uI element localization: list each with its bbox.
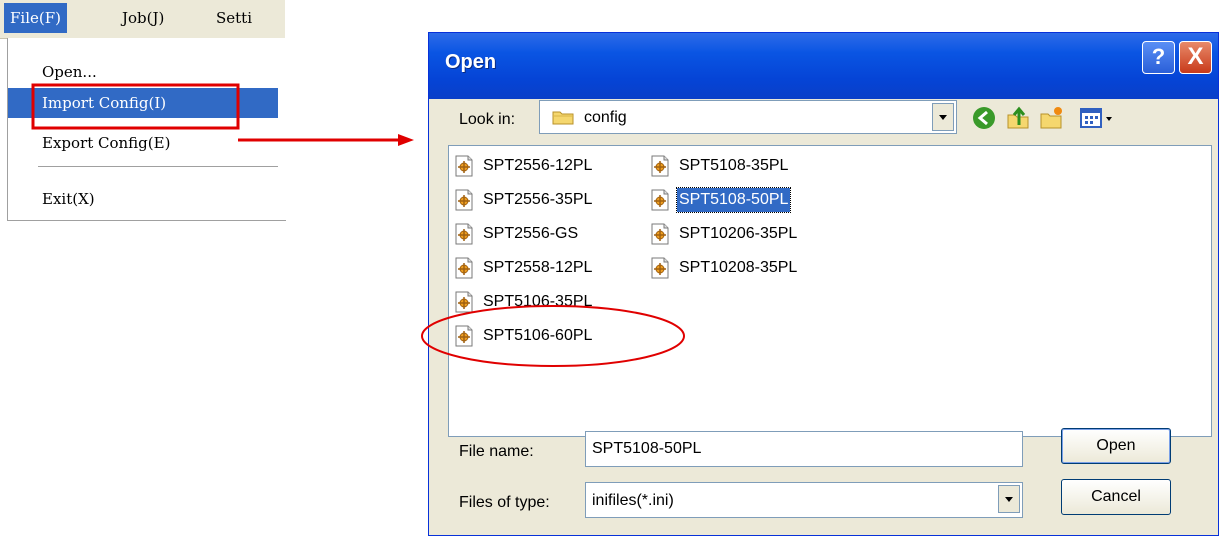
- file-item-label: SPT2556-GS: [483, 225, 579, 242]
- view-menu-icon[interactable]: [1079, 105, 1117, 131]
- files-of-type-dropdown[interactable]: inifiles(*.ini): [585, 482, 1023, 518]
- menu-item-open[interactable]: Open...: [8, 57, 278, 87]
- files-of-type-label: Files of type:: [459, 494, 550, 511]
- ini-file-icon: [455, 155, 473, 177]
- file-name-label: File name:: [459, 443, 534, 460]
- menu-separator: [38, 166, 278, 167]
- ini-file-icon: [455, 257, 473, 279]
- file-item-label: SPT5108-50PL: [675, 187, 792, 213]
- menu-item-import-config[interactable]: Import Config(I): [8, 88, 278, 118]
- file-item-label: SPT2556-35PL: [483, 191, 593, 208]
- file-item-label: SPT2558-12PL: [483, 259, 593, 276]
- ini-file-icon: [651, 189, 669, 211]
- menu-settings[interactable]: Setti: [210, 3, 258, 33]
- ini-file-icon: [455, 223, 473, 245]
- file-menu-dropdown: Open... Import Config(I) Export Config(E…: [7, 38, 286, 221]
- menu-bar: File(F) Job(J) Setti: [0, 0, 285, 39]
- file-name-input[interactable]: [585, 431, 1023, 467]
- file-item-label: SPT5106-35PL: [483, 293, 593, 310]
- dialog-title: Open: [445, 51, 497, 73]
- file-item-label: SPT10206-35PL: [679, 225, 798, 242]
- close-button[interactable]: X: [1179, 41, 1212, 74]
- file-item-label: SPT5108-35PL: [679, 157, 789, 174]
- files-of-type-value: inifiles(*.ini): [592, 492, 674, 509]
- cancel-button[interactable]: Cancel: [1061, 479, 1171, 515]
- file-list[interactable]: SPT2556-12PL SPT2556-35PL SPT2556-GS SPT255…: [448, 145, 1212, 437]
- chevron-down-icon[interactable]: [932, 103, 954, 131]
- menu-item-export-config[interactable]: Export Config(E): [8, 128, 278, 158]
- dialog-titlebar[interactable]: Open ? X: [429, 33, 1218, 99]
- look-in-label: Look in:: [459, 111, 516, 128]
- file-item-label: SPT5106-60PL: [483, 327, 593, 344]
- back-icon[interactable]: [971, 105, 997, 131]
- annotation-arrow-head: [398, 134, 414, 146]
- ini-file-icon: [455, 325, 473, 347]
- look-in-value: config: [584, 109, 627, 126]
- ini-file-icon: [455, 189, 473, 211]
- ini-file-icon: [651, 223, 669, 245]
- ini-file-icon: [455, 291, 473, 313]
- file-item-label: SPT2556-12PL: [483, 157, 593, 174]
- open-file-dialog: Open ? X Look in: config SPT2556-12PL SP…: [428, 32, 1219, 536]
- file-item-label: SPT10208-35PL: [679, 259, 798, 276]
- open-button[interactable]: Open: [1061, 428, 1171, 464]
- up-folder-icon[interactable]: [1005, 105, 1031, 131]
- chevron-down-icon[interactable]: [998, 485, 1020, 513]
- ini-file-icon: [651, 257, 669, 279]
- menu-job[interactable]: Job(J): [116, 3, 170, 33]
- ini-file-icon: [651, 155, 669, 177]
- new-folder-icon[interactable]: [1039, 105, 1065, 131]
- menu-item-exit[interactable]: Exit(X): [8, 184, 278, 214]
- look-in-dropdown[interactable]: config: [539, 100, 957, 134]
- menu-file[interactable]: File(F): [4, 3, 67, 33]
- folder-icon: [552, 111, 574, 125]
- help-button[interactable]: ?: [1142, 41, 1175, 74]
